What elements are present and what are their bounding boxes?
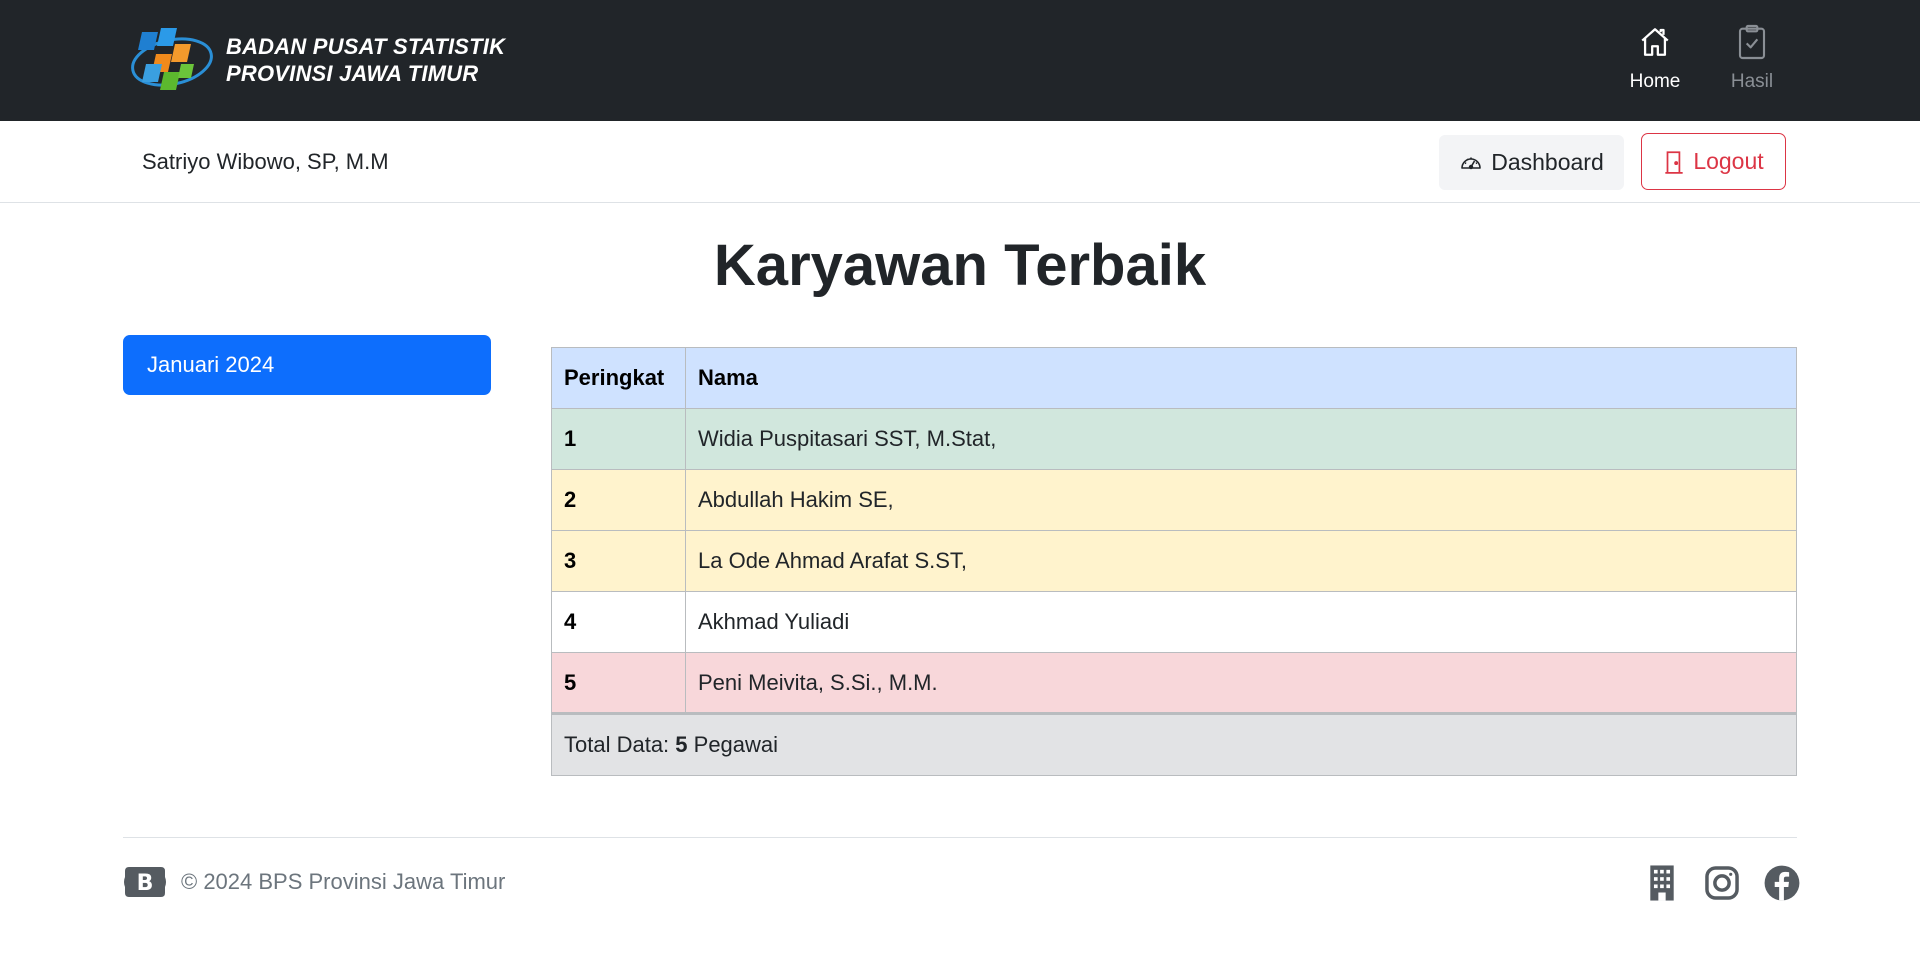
instagram-icon[interactable] bbox=[1703, 864, 1741, 902]
ranking-table: Peringkat Nama 1 Widia Puspitasari SST, … bbox=[551, 347, 1797, 776]
rank-cell: 1 bbox=[551, 408, 686, 470]
total-count: 5 bbox=[675, 732, 688, 757]
footer-social-links bbox=[1643, 864, 1801, 902]
sub-header: Satriyo Wibowo, SP, M.M Dashboard Logout bbox=[0, 121, 1920, 203]
footer-left: B © 2024 BPS Provinsi Jawa Timur bbox=[123, 863, 505, 901]
name-cell: La Ode Ahmad Arafat S.ST, bbox=[685, 530, 1797, 592]
bootstrap-logo-icon[interactable]: B bbox=[123, 863, 167, 901]
svg-text:B: B bbox=[137, 871, 154, 896]
nav-home-label: Home bbox=[1629, 71, 1681, 92]
footer-divider bbox=[123, 837, 1797, 838]
table-row: 1 Widia Puspitasari SST, M.Stat, bbox=[551, 408, 1797, 470]
table-row: 3 La Ode Ahmad Arafat S.ST, bbox=[551, 530, 1797, 592]
nav-hasil-label: Hasil bbox=[1730, 71, 1774, 92]
page-title: Karyawan Terbaik bbox=[713, 233, 1207, 298]
sidebar-item-januari-2024[interactable]: Januari 2024 bbox=[123, 335, 491, 395]
table-row: 2 Abdullah Hakim SE, bbox=[551, 469, 1797, 531]
table-footer-row: Total Data: 5 Pegawai bbox=[551, 712, 1797, 776]
logout-button[interactable]: Logout bbox=[1641, 133, 1786, 190]
total-suffix: Pegawai bbox=[687, 732, 779, 757]
rank-cell: 2 bbox=[551, 469, 686, 531]
column-header-peringkat: Peringkat bbox=[551, 347, 686, 409]
user-name: Satriyo Wibowo, SP, M.M bbox=[142, 149, 389, 174]
table-row: 4 Akhmad Yuliadi bbox=[551, 591, 1797, 653]
column-header-nama: Nama bbox=[685, 347, 1797, 409]
bps-logo-icon bbox=[131, 28, 213, 90]
name-cell: Widia Puspitasari SST, M.Stat, bbox=[685, 408, 1797, 470]
dashboard-button[interactable]: Dashboard bbox=[1439, 135, 1624, 190]
facebook-icon[interactable] bbox=[1763, 864, 1801, 902]
brand-line-2: PROVINSI JAWA TIMUR bbox=[226, 61, 479, 86]
nav-home[interactable]: Home bbox=[1622, 22, 1688, 93]
table-row: 5 Peni Meivita, S.Si., M.M. bbox=[551, 652, 1797, 714]
speedometer-icon bbox=[1461, 157, 1482, 169]
rank-cell: 5 bbox=[551, 652, 686, 714]
logout-label: Logout bbox=[1693, 148, 1764, 174]
rank-cell: 4 bbox=[551, 591, 686, 653]
top-navbar: BADAN PUSAT STATISTIK PROVINSI JAWA TIMU… bbox=[0, 0, 1920, 121]
nav-hasil[interactable]: Hasil bbox=[1720, 22, 1784, 93]
building-icon[interactable] bbox=[1643, 864, 1681, 902]
door-icon bbox=[1665, 150, 1683, 174]
name-cell: Akhmad Yuliadi bbox=[685, 591, 1797, 653]
table-header-row: Peringkat Nama bbox=[551, 347, 1797, 409]
name-cell: Abdullah Hakim SE, bbox=[685, 469, 1797, 531]
dashboard-label: Dashboard bbox=[1491, 149, 1604, 175]
brand[interactable]: BADAN PUSAT STATISTIK PROVINSI JAWA TIMU… bbox=[128, 24, 505, 96]
sidebar-item-label: Januari 2024 bbox=[147, 352, 275, 377]
brand-line-1: BADAN PUSAT STATISTIK bbox=[226, 34, 506, 59]
copyright-text: © 2024 BPS Provinsi Jawa Timur bbox=[181, 869, 506, 894]
name-cell: Peni Meivita, S.Si., M.M. bbox=[685, 652, 1797, 714]
rank-cell: 3 bbox=[551, 530, 686, 592]
total-data: Total Data: 5 Pegawai bbox=[551, 712, 1797, 776]
house-icon bbox=[1636, 22, 1674, 62]
total-prefix: Total Data: bbox=[564, 732, 676, 757]
clipboard-check-icon bbox=[1733, 22, 1771, 62]
